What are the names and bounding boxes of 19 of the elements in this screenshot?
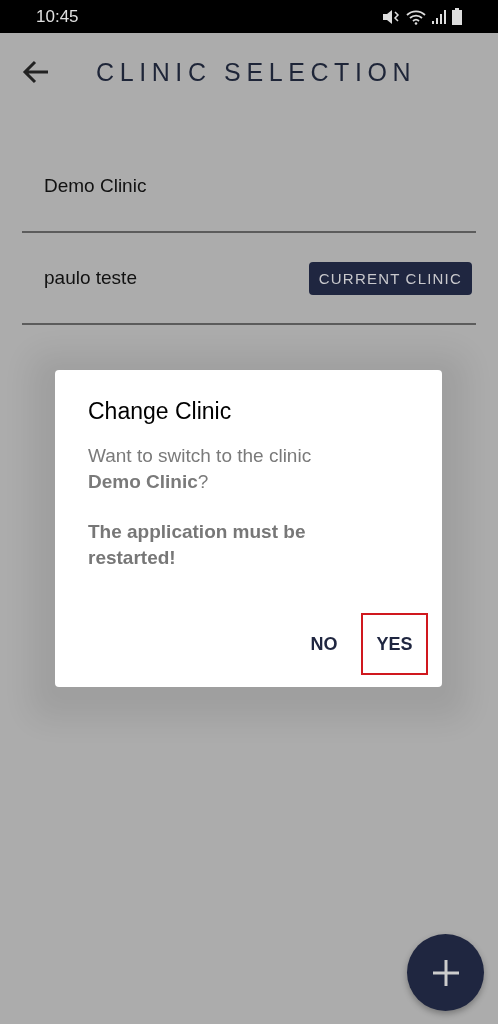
battery-icon [452,8,462,25]
page-title: CLINIC SELECTION [96,57,417,87]
clinic-name: paulo teste [44,267,137,289]
clock: 10:45 [36,6,79,27]
dialog-button[interactable]: YES [361,613,428,675]
dialog-button[interactable]: NO [297,613,351,675]
dialog-title: Change Clinic [88,398,233,425]
clinic-item[interactable]: paulo teste CURRENT CLINIC [22,233,476,325]
wifi-icon [406,8,426,25]
current-clinic-badge: CURRENT CLINIC [308,261,472,295]
signal-icon [432,9,446,24]
back-icon[interactable] [22,60,50,84]
restart-warning: The application must be restarted! [88,520,307,570]
add-icon [430,957,461,988]
mute-icon [382,8,400,25]
clinic-item[interactable]: Demo Clinic [22,141,476,233]
dialog-message: Want to switch to the clinic Demo Clinic? [88,444,313,494]
clinic-name: Demo Clinic [44,175,147,197]
add-button[interactable] [407,934,484,1011]
